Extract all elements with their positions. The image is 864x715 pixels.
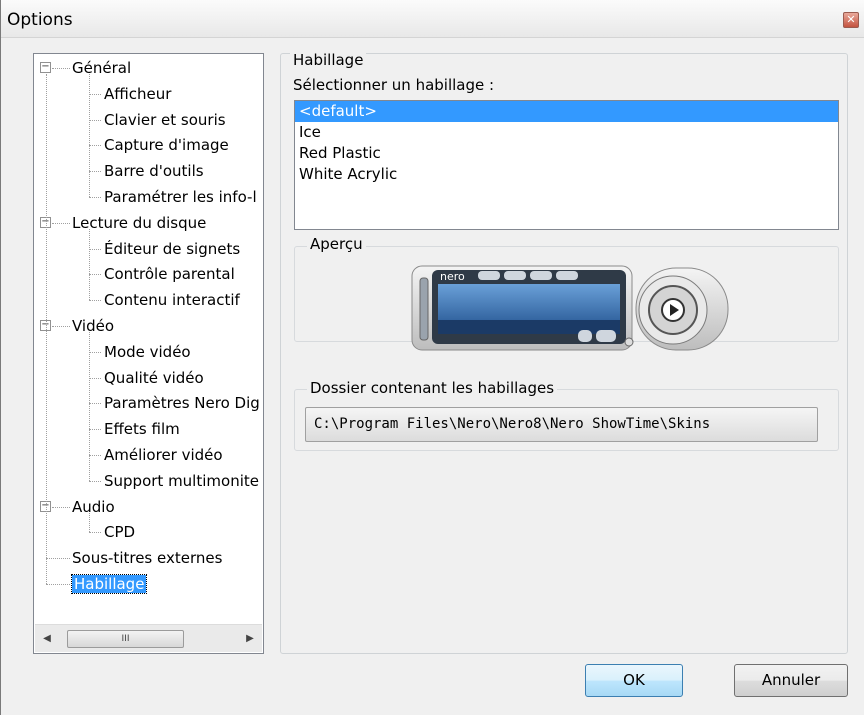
tree-item-label: Contenu interactif (104, 291, 240, 310)
folder-title: Dossier contenant les habillages (307, 379, 558, 397)
close-button[interactable]: ✕ (843, 12, 859, 28)
tree-item[interactable]: Paramétrer les info-l (104, 185, 257, 209)
tree-item-label: CPD (104, 523, 136, 542)
tree-item-label: Sous-titres externes (72, 549, 223, 568)
tree-connector (89, 228, 90, 301)
tree-connector (46, 558, 70, 560)
tree-item-label: Vidéo (72, 317, 115, 335)
tree-category[interactable]: Général (72, 56, 131, 80)
tree-connector (89, 248, 101, 250)
tree-category[interactable]: Lecture du disque (72, 211, 206, 235)
tree-connector (46, 584, 70, 585)
tree-item-label: Améliorer vidéo (104, 446, 223, 464)
tree-connector (89, 532, 101, 534)
tree-connector (89, 377, 101, 379)
tree-item-label: Lecture du disque (72, 213, 207, 232)
tree-item-label: Paramètres Nero Dig (104, 394, 260, 413)
scroll-left-icon[interactable]: ◀ (39, 631, 55, 647)
collapse-icon[interactable]: − (40, 62, 51, 73)
tree-connector (52, 506, 70, 508)
skin-folder-path-button[interactable]: C:\Program Files\Nero\Nero8\Nero ShowTim… (305, 407, 818, 442)
tree-item-label: Effets film (104, 420, 180, 439)
tree-connector (89, 74, 90, 197)
skin-select-label: Sélectionner un habillage : (290, 76, 498, 94)
tree-item[interactable]: CPD (104, 520, 135, 544)
tree-connector (89, 145, 101, 147)
tree-item[interactable]: Qualité vidéo (104, 366, 204, 390)
tree-connector (52, 222, 70, 224)
tree-connector (89, 351, 101, 353)
tree-item[interactable]: Barre d'outils (104, 159, 204, 183)
tree-item-label: Clavier et souris (104, 110, 226, 129)
options-window: Options ✕ Général − Afficheur Clavier et so… (0, 0, 864, 715)
tree-item[interactable]: Effets film (104, 417, 180, 441)
tree-connector (89, 300, 101, 302)
options-tree[interactable]: Général − Afficheur Clavier et souris Captur… (33, 53, 264, 654)
tree-connector (89, 93, 101, 95)
scroll-right-icon[interactable]: ▶ (242, 631, 258, 647)
title-bar: Options ✕ (1, 0, 864, 38)
tree-connector (52, 68, 70, 69)
tree-item-label: Audio (72, 497, 115, 516)
skin-listbox[interactable]: <default> Ice Red Plastic White Acrylic (294, 100, 839, 230)
tree-connector (89, 512, 90, 533)
tree-content: Général − Afficheur Clavier et souris Captur… (34, 54, 263, 624)
tree-item-label: Éditeur de signets (104, 239, 241, 258)
tree-connector (89, 455, 101, 456)
skin-list-item[interactable]: White Acrylic (295, 164, 838, 185)
tree-item[interactable]: Contrôle parental (104, 262, 235, 286)
skin-preview-image: nero (411, 265, 729, 351)
tree-item-label: Capture d'image (104, 136, 229, 155)
skin-list-item[interactable]: Ice (295, 122, 838, 143)
tree-item-label: Paramétrer les info-l (104, 188, 257, 206)
tree-connector (46, 74, 47, 584)
close-icon: ✕ (846, 13, 856, 26)
tree-category[interactable]: Sous-titres externes (72, 546, 222, 570)
window-title: Options (7, 10, 73, 30)
tree-item-label: Support multimonite (104, 471, 259, 490)
tree-item-label: Contrôle parental (104, 265, 235, 284)
tree-horizontal-scrollbar[interactable]: ◀ III ▶ (35, 624, 262, 652)
tree-item-label: Général (72, 59, 132, 77)
tree-connector (89, 197, 101, 198)
tree-item-label: Mode vidéo (104, 342, 191, 361)
grip-icon: III (121, 634, 130, 644)
tree-item[interactable]: Support multimonite (104, 469, 259, 493)
tree-category[interactable]: Audio (72, 495, 115, 519)
cancel-button[interactable]: Annuler (734, 664, 848, 697)
tree-item[interactable]: Améliorer vidéo (104, 443, 223, 467)
tree-item-label: Habillage (70, 574, 148, 594)
preview-title: Aperçu (307, 235, 366, 253)
tree-item-label: Afficheur (104, 84, 172, 103)
tree-item-label: Qualité vidéo (104, 368, 204, 387)
tree-item[interactable]: Éditeur de signets (104, 237, 240, 261)
tree-item-label: Barre d'outils (104, 162, 204, 181)
tree-connector (52, 326, 70, 327)
tree-connector (89, 480, 101, 482)
preview-brand: nero (440, 270, 465, 283)
tree-category[interactable]: Vidéo (72, 314, 114, 338)
skin-list-item[interactable]: <default> (295, 101, 838, 122)
tree-item[interactable]: Clavier et souris (104, 108, 226, 132)
tree-item[interactable]: Capture d'image (104, 133, 229, 157)
ok-button[interactable]: OK (585, 664, 683, 697)
skin-list-item[interactable]: Red Plastic (295, 143, 838, 164)
tree-item[interactable]: Paramètres Nero Dig (104, 391, 260, 415)
tree-connector (89, 403, 101, 405)
skin-group-title: Habillage (290, 51, 367, 69)
scroll-thumb[interactable]: III (67, 630, 184, 648)
tree-connector (89, 274, 101, 276)
tree-connector (89, 429, 101, 431)
tree-connector (89, 171, 101, 173)
tree-category[interactable]: Habillage (70, 572, 148, 596)
tree-item[interactable]: Afficheur (104, 82, 171, 106)
tree-item[interactable]: Mode vidéo (104, 340, 191, 364)
tree-connector (89, 332, 90, 481)
tree-item[interactable]: Contenu interactif (104, 288, 240, 312)
tree-connector (89, 119, 101, 121)
